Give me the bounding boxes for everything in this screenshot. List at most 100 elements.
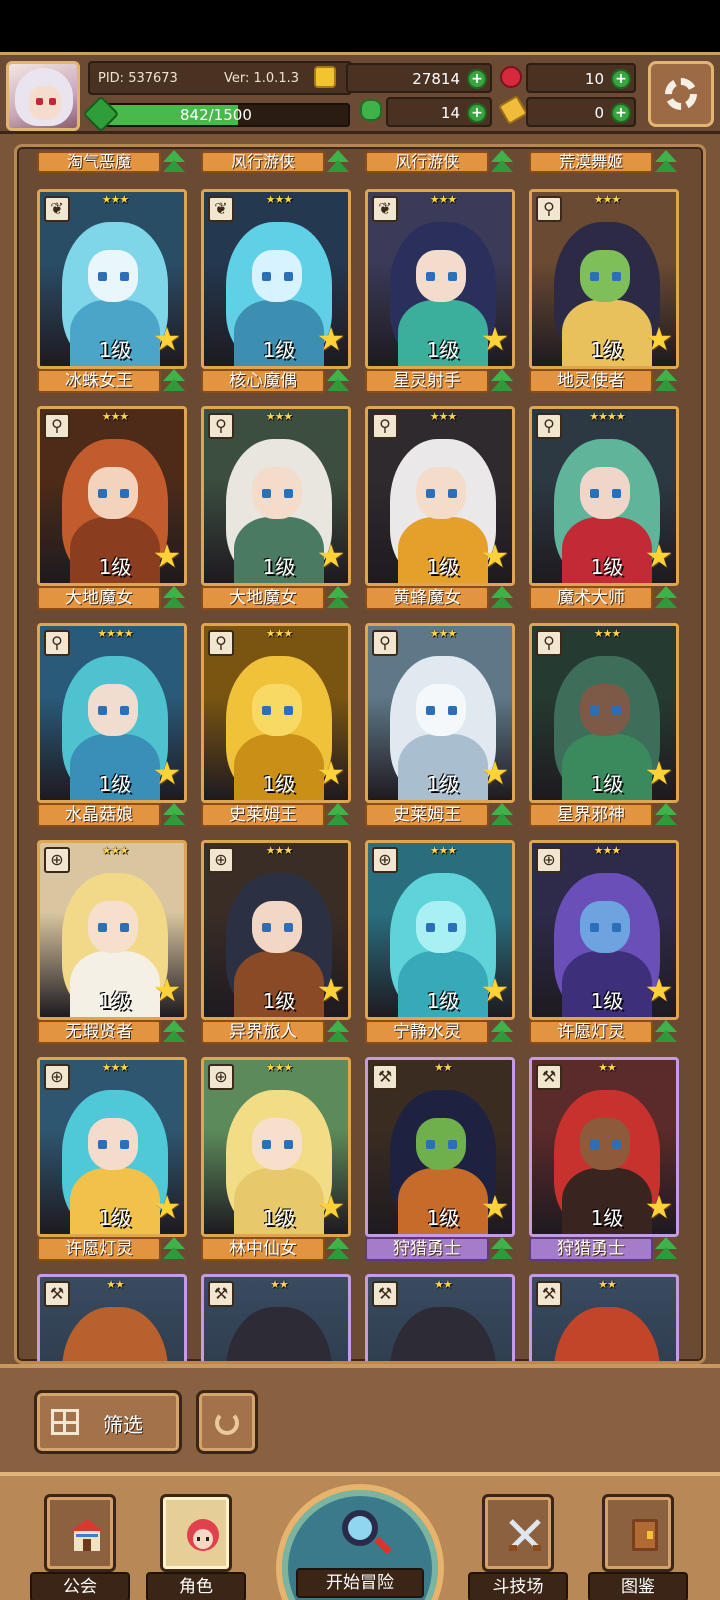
character-card[interactable]: ⚒ ★★ 1级 ★ 狩猎勇士 (365, 1057, 515, 1263)
character-list-frame[interactable]: 淘气恶魔 风行游侠 风行游侠 荒漠舞姬 ❦ ★★★ 1级 ★ 冰蛛女王 ❦ ★★★ 1级 ★ 核心… (14, 144, 706, 1364)
nav-guild-label: 公会 (30, 1572, 130, 1600)
class-axe-icon: ⚒ (44, 1281, 70, 1307)
add-clover-button[interactable]: + (467, 103, 487, 123)
star-upgrade-icon[interactable]: ★ (314, 974, 348, 1007)
character-card[interactable]: ⚒ ★★ 1级 ★ 狩猎勇士 (529, 1057, 679, 1263)
upgrade-arrow-icon[interactable] (161, 369, 187, 393)
character-card[interactable]: ⚲ ★★★★ 1级 ★ 水晶菇娘 (37, 623, 187, 829)
character-card[interactable]: ⚲ ★★★ 1级 ★ 史莱姆王 (365, 623, 515, 829)
upgrade-arrow-icon[interactable] (325, 586, 351, 610)
character-card[interactable]: ⚲ ★★★ 1级 ★ 大地魔女 (37, 406, 187, 612)
star-upgrade-icon[interactable]: ★ (642, 974, 676, 1007)
character-card[interactable]: ⊕ ★★★ 1级 ★ 许愿灯灵 (37, 1057, 187, 1263)
character-card[interactable]: ❦ ★★★ 1级 ★ 星灵射手 (365, 189, 515, 395)
character-name: 史莱姆王 (365, 803, 489, 827)
character-level: 1级 (98, 338, 132, 362)
character-card[interactable]: ⚲ ★★★★ 1级 ★ 魔术大师 (529, 406, 679, 612)
star-upgrade-icon[interactable]: ★ (642, 540, 676, 573)
upgrade-arrow-icon[interactable] (653, 586, 679, 610)
nav-character[interactable]: 角色 (146, 1494, 246, 1600)
character-card[interactable]: ⚲ ★★★ 1级 ★ 黄蜂魔女 (365, 406, 515, 612)
nav-guild[interactable]: 公会 (30, 1494, 130, 1600)
character-card-partial[interactable]: ⚒ ★★ (365, 1274, 515, 1361)
upgrade-arrow-icon[interactable] (161, 1237, 187, 1261)
top-row-name-1[interactable]: 淘气恶魔 (37, 150, 187, 173)
top-row-name-3[interactable]: 风行游侠 (365, 150, 515, 173)
upgrade-arrow-icon[interactable] (489, 1237, 515, 1261)
star-upgrade-icon[interactable]: ★ (478, 757, 512, 790)
star-upgrade-icon[interactable]: ★ (150, 323, 184, 356)
character-card[interactable]: ⚲ ★★★ 1级 ★ 星界邪神 (529, 623, 679, 829)
character-card[interactable]: ❦ ★★★ 1级 ★ 冰蛛女王 (37, 189, 187, 395)
top-row-name-2[interactable]: 风行游侠 (201, 150, 351, 173)
character-level: 1级 (590, 989, 624, 1013)
character-card[interactable]: ❦ ★★★ 1级 ★ 核心魔偶 (201, 189, 351, 395)
character-level: 1级 (98, 989, 132, 1013)
character-card[interactable]: ⚲ ★★★ 1级 ★ 大地魔女 (201, 406, 351, 612)
star-upgrade-icon[interactable]: ★ (314, 757, 348, 790)
character-level: 1级 (590, 555, 624, 579)
reset-sort-button[interactable] (196, 1390, 258, 1454)
upgrade-arrow-icon[interactable] (325, 369, 351, 393)
star-upgrade-icon[interactable]: ★ (642, 323, 676, 356)
upgrade-arrow-icon[interactable] (653, 369, 679, 393)
upgrade-arrow-icon[interactable] (653, 803, 679, 827)
character-card[interactable]: ⚲ ★★★ 1级 ★ 史莱姆王 (201, 623, 351, 829)
character-card-partial[interactable]: ⚒ ★★ (201, 1274, 351, 1361)
nav-arena[interactable]: 斗技场 (468, 1494, 568, 1600)
character-name: 星灵射手 (365, 369, 489, 393)
star-upgrade-icon[interactable]: ★ (478, 323, 512, 356)
character-card[interactable]: ⊕ ★★★ 1级 ★ 无瑕贤者 (37, 840, 187, 1046)
upgrade-arrow-icon[interactable] (325, 1020, 351, 1044)
upgrade-arrow-icon[interactable] (161, 803, 187, 827)
upgrade-arrow-icon[interactable] (653, 1020, 679, 1044)
star-upgrade-icon[interactable]: ★ (642, 1191, 676, 1224)
character-name: 地灵使者 (529, 369, 653, 393)
class-staff-icon: ⚲ (208, 630, 234, 656)
upgrade-arrow-icon[interactable] (489, 1020, 515, 1044)
star-upgrade-icon[interactable]: ★ (314, 323, 348, 356)
player-info-panel: PID: 537673 Ver: 1.0.1.3 (88, 61, 352, 95)
guild-house-icon (71, 1519, 103, 1551)
star-upgrade-icon[interactable]: ★ (150, 974, 184, 1007)
upgrade-arrow-icon[interactable] (325, 1237, 351, 1261)
star-upgrade-icon[interactable]: ★ (314, 1191, 348, 1224)
upgrade-arrow-icon[interactable] (161, 1020, 187, 1044)
crossed-swords-icon (509, 1519, 541, 1551)
star-upgrade-icon[interactable]: ★ (478, 1191, 512, 1224)
star-upgrade-icon[interactable]: ★ (478, 974, 512, 1007)
star-upgrade-icon[interactable]: ★ (150, 757, 184, 790)
filter-button[interactable]: 筛选 (34, 1390, 182, 1454)
star-upgrade-icon[interactable]: ★ (642, 757, 676, 790)
class-leaf-icon: ❦ (208, 196, 234, 222)
add-gold-button[interactable]: + (467, 69, 487, 89)
character-portrait (390, 1307, 496, 1361)
character-card[interactable]: ⚲ ★★★ 1级 ★ 地灵使者 (529, 189, 679, 395)
star-upgrade-icon[interactable]: ★ (150, 540, 184, 573)
top-bar: PID: 537673 Ver: 1.0.1.3 842/1500 27814 … (0, 52, 720, 134)
add-ticket-button[interactable]: + (611, 103, 631, 123)
character-card[interactable]: ⊕ ★★★ 1级 ★ 宁静水灵 (365, 840, 515, 1046)
upgrade-arrow-icon[interactable] (489, 369, 515, 393)
character-card[interactable]: ⊕ ★★★ 1级 ★ 异界旅人 (201, 840, 351, 1046)
player-avatar[interactable] (6, 61, 80, 131)
star-upgrade-icon[interactable]: ★ (478, 540, 512, 573)
character-card-partial[interactable]: ⚒ ★★ (529, 1274, 679, 1361)
upgrade-arrow-icon[interactable] (489, 803, 515, 827)
upgrade-arrow-icon[interactable] (653, 1237, 679, 1261)
star-upgrade-icon[interactable]: ★ (314, 540, 348, 573)
upgrade-arrow-icon[interactable] (325, 803, 351, 827)
nav-codex[interactable]: 图鉴 (588, 1494, 688, 1600)
refresh-icon (215, 1411, 239, 1435)
add-gem-button[interactable]: + (611, 69, 631, 89)
character-card[interactable]: ⊕ ★★★ 1级 ★ 许愿灯灵 (529, 840, 679, 1046)
upgrade-arrow-icon[interactable] (161, 586, 187, 610)
settings-button[interactable] (648, 61, 714, 127)
ticket-counter: 0 + (526, 97, 636, 127)
character-card[interactable]: ⊕ ★★★ 1级 ★ 林中仙女 (201, 1057, 351, 1263)
star-upgrade-icon[interactable]: ★ (150, 1191, 184, 1224)
character-card-partial[interactable]: ⚒ ★★ (37, 1274, 187, 1361)
upgrade-arrow-icon[interactable] (489, 586, 515, 610)
top-row-name-4[interactable]: 荒漠舞姬 (529, 150, 679, 173)
start-adventure-button[interactable]: 开始冒险 (276, 1484, 444, 1600)
